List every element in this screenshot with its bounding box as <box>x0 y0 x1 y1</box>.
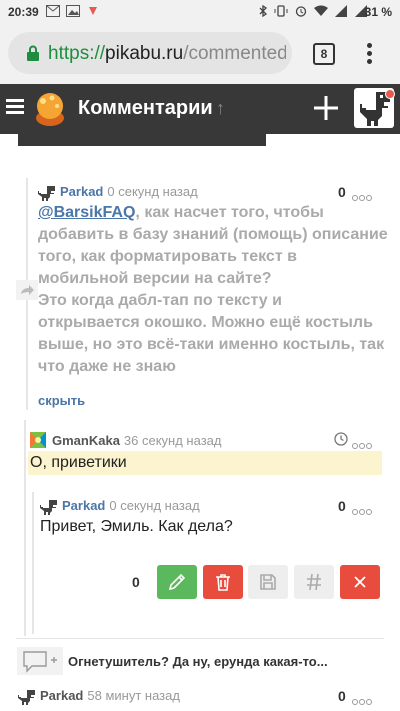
comment-author[interactable]: GmanKaka <box>52 433 120 448</box>
app-header: Комментарии ↑ <box>0 84 400 134</box>
comment-author[interactable]: Parkad <box>60 184 103 199</box>
wifi-icon <box>314 5 328 16</box>
comment-time[interactable]: 58 минут назад <box>87 688 180 703</box>
address-bar[interactable]: https://pikabu.ru/commented. <box>8 32 292 74</box>
status-bar: 20:39 31 % <box>0 0 400 24</box>
vibrate-icon <box>274 5 288 17</box>
comment-add-icon[interactable] <box>17 647 63 675</box>
battery-level: 31 % <box>364 5 392 19</box>
page-title: Комментарии <box>78 97 213 119</box>
dino-avatar-icon[interactable] <box>18 689 36 705</box>
comment-rating: 0 <box>338 184 346 200</box>
notification-icon <box>89 7 97 15</box>
comment-text: Привет, Эмиль. Как дела? <box>40 518 233 535</box>
comment-rating: 0 <box>338 498 346 514</box>
comment-time[interactable]: 36 секунд назад <box>124 433 222 448</box>
comment-header: Parkad 0 секунд назад <box>38 184 198 201</box>
story-link[interactable]: Огнетушитель? Да ну, ерунда какая-то... <box>68 654 328 669</box>
comment-rating: 0 <box>132 574 140 590</box>
gmail-icon <box>46 5 60 17</box>
url-path: /commented. <box>183 43 286 64</box>
comment-text-2: Это когда дабл-тап по тексту и открывает… <box>38 292 385 375</box>
notification-dot <box>385 89 395 99</box>
comment-rating: 0 <box>338 688 346 704</box>
more-options-icon[interactable] <box>352 692 374 705</box>
comment-body: @BarsikFAQ, как насчет того, чтобы добав… <box>38 202 388 378</box>
comment-header: GmanKaka 36 секунд назад <box>52 433 221 448</box>
dino-avatar-icon[interactable] <box>38 185 56 201</box>
comment-author[interactable]: Parkad <box>62 498 105 513</box>
thread-line <box>24 420 26 636</box>
thread-line <box>32 492 34 634</box>
save-button[interactable] <box>248 565 288 599</box>
url-host: pikabu.ru <box>105 43 184 64</box>
tag-button[interactable] <box>294 565 334 599</box>
comment-text: О, приветики <box>30 454 127 471</box>
comment-header: Parkad 0 секунд назад <box>40 498 200 515</box>
pencil-icon <box>168 573 186 591</box>
url-text: https://pikabu.ru/commented. <box>48 43 286 65</box>
trash-icon <box>216 574 230 591</box>
alarm-icon <box>295 6 307 17</box>
comment-header: Parkad 58 минут назад <box>18 688 180 705</box>
lock-icon <box>27 45 39 61</box>
arrow-up-icon[interactable]: ↑ <box>216 98 225 119</box>
delete-button[interactable] <box>203 565 243 599</box>
add-post-button[interactable] <box>308 90 344 126</box>
comment-author[interactable]: Parkad <box>40 688 83 703</box>
comment-time[interactable]: 0 секунд назад <box>109 498 199 513</box>
clock-icon <box>334 432 348 446</box>
url-scheme: https:// <box>48 43 106 64</box>
hide-replies-link[interactable]: скрыть <box>38 393 85 408</box>
comment-time[interactable]: 0 секунд назад <box>107 184 197 199</box>
dino-avatar-icon[interactable] <box>40 499 58 515</box>
hamburger-menu-icon[interactable] <box>6 99 24 115</box>
bluetooth-icon <box>259 5 268 17</box>
more-options-icon[interactable] <box>352 502 374 515</box>
browser-toolbar: https://pikabu.ru/commented. 8 <box>0 24 400 84</box>
overflow-menu-button[interactable] <box>359 40 379 68</box>
share-arrow-icon[interactable] <box>16 280 38 300</box>
signal-icon <box>335 5 347 17</box>
floppy-icon <box>260 574 276 590</box>
more-options-icon[interactable] <box>352 188 374 201</box>
hash-icon <box>307 573 321 591</box>
pikabu-logo[interactable] <box>30 88 70 128</box>
post-footer-strip <box>18 134 266 146</box>
more-options-icon[interactable] <box>352 436 374 449</box>
tab-switcher-button[interactable]: 8 <box>313 43 335 65</box>
close-icon <box>354 576 366 588</box>
user-mention-link[interactable]: @BarsikFAQ <box>38 204 135 221</box>
image-icon <box>66 5 80 17</box>
clock-time: 20:39 <box>8 5 39 19</box>
close-button[interactable] <box>340 565 380 599</box>
divider <box>16 638 384 639</box>
user-avatar[interactable] <box>30 432 46 448</box>
edit-button[interactable] <box>157 565 197 599</box>
